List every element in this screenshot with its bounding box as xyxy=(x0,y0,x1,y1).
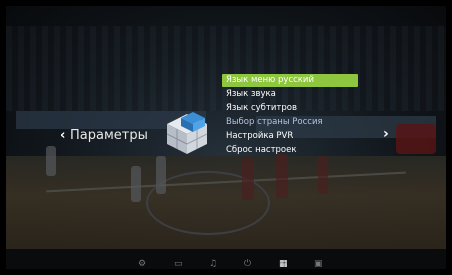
settings-gear-icon[interactable]: ⚙ xyxy=(138,258,146,270)
menu-item-reset[interactable]: Сброс настроек xyxy=(222,144,362,157)
player-figure xyxy=(242,158,254,200)
player-figure xyxy=(131,166,141,202)
monitor-icon[interactable]: ▭ xyxy=(174,258,183,270)
menu-item-audio-language[interactable]: Язык звука xyxy=(222,88,362,101)
ad-board-red xyxy=(396,124,436,154)
next-section-arrow[interactable]: › xyxy=(383,126,389,142)
grid-icon[interactable]: ▦ xyxy=(279,258,288,270)
settings-cube-icon xyxy=(166,112,208,154)
bottom-nav: ⚙ ▭ ♫ ⏻ ▦ ▣ xyxy=(0,258,452,270)
settings-menu-list: Язык меню русский Язык звука Язык субтит… xyxy=(222,74,362,158)
tv-screen: ‹ Параметры › Язык меню русский Язык зву… xyxy=(0,0,452,275)
menu-item-country[interactable]: Выбор страны Россия xyxy=(222,116,362,129)
player-figure xyxy=(156,156,166,194)
menu-item-subtitle-language[interactable]: Язык субтитров xyxy=(222,102,362,115)
player-figure xyxy=(318,156,328,194)
power-icon[interactable]: ⏻ xyxy=(244,258,251,270)
menu-item-pvr-setup[interactable]: Настройка PVR xyxy=(222,130,362,143)
player-figure xyxy=(46,146,56,176)
player-figure xyxy=(276,154,288,198)
prev-section-arrow[interactable]: ‹ xyxy=(60,128,65,143)
lock-icon[interactable]: ▣ xyxy=(314,258,323,270)
section-title: Параметры xyxy=(70,128,148,143)
menu-item-menu-language[interactable]: Язык меню русский xyxy=(222,74,358,87)
music-note-icon[interactable]: ♫ xyxy=(209,258,217,270)
